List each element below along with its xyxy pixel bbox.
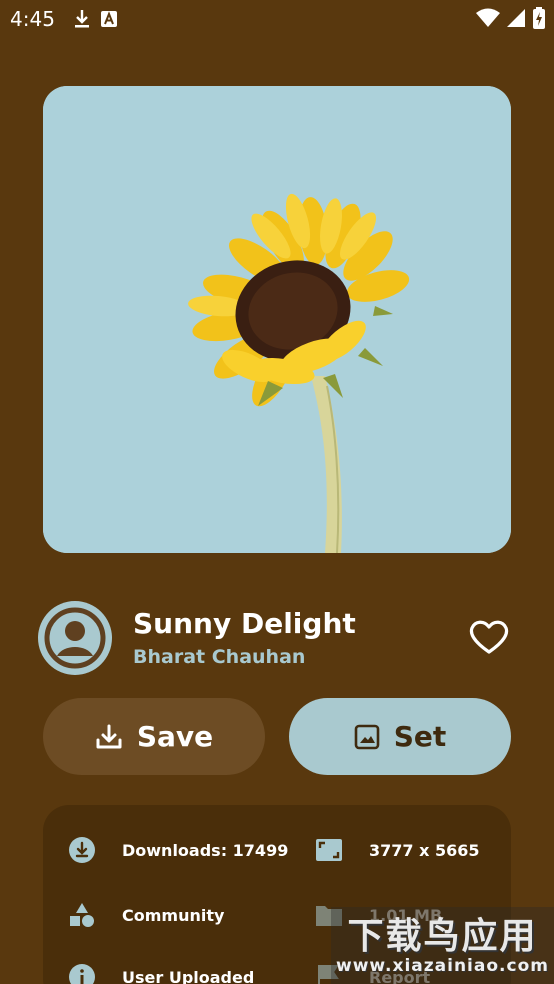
wifi-icon (476, 8, 500, 32)
category-row: Community (68, 901, 224, 929)
download-icon (73, 9, 91, 29)
downloads-count: Downloads: 17499 (122, 840, 289, 860)
watermark-overlay: 下载鸟应用 www.xiazainiao.com (331, 907, 554, 984)
download-icon (96, 724, 122, 748)
set-button-label: Set (393, 720, 447, 753)
watermark-chinese-text: 下载鸟应用 (347, 914, 538, 957)
category-label: Community (122, 905, 225, 925)
sunflower-image (43, 86, 511, 553)
author-name[interactable]: Bharat Chauhan (133, 646, 305, 668)
download-circle-icon (68, 836, 96, 864)
info-icon (68, 963, 96, 984)
watermark-url: www.xiazainiao.com (336, 955, 549, 976)
downloads-row: Downloads: 17499 (68, 836, 288, 864)
source-label: User Uploaded (122, 967, 255, 984)
signal-icon (506, 8, 526, 32)
wallpaper-title: Sunny Delight (133, 607, 356, 640)
favorite-button[interactable] (468, 617, 510, 657)
category-icon (68, 901, 96, 929)
resolution-row: 3777 x 5665 (315, 836, 480, 864)
save-button-label: Save (136, 720, 214, 753)
aspect-ratio-icon (315, 836, 343, 864)
wallpaper-preview[interactable] (43, 86, 511, 553)
heart-icon (469, 620, 509, 654)
battery-icon (532, 7, 546, 33)
image-icon (354, 724, 380, 749)
save-button[interactable]: Save (43, 698, 265, 775)
account-circle-icon (44, 607, 106, 669)
set-wallpaper-button[interactable]: Set (289, 698, 511, 775)
status-bar: 4:45 (0, 0, 554, 38)
resolution-value: 3777 x 5665 (369, 840, 480, 860)
source-row: User Uploaded (68, 963, 254, 984)
status-time: 4:45 (10, 7, 55, 31)
author-avatar[interactable] (38, 601, 112, 675)
text-a-icon (100, 11, 117, 27)
